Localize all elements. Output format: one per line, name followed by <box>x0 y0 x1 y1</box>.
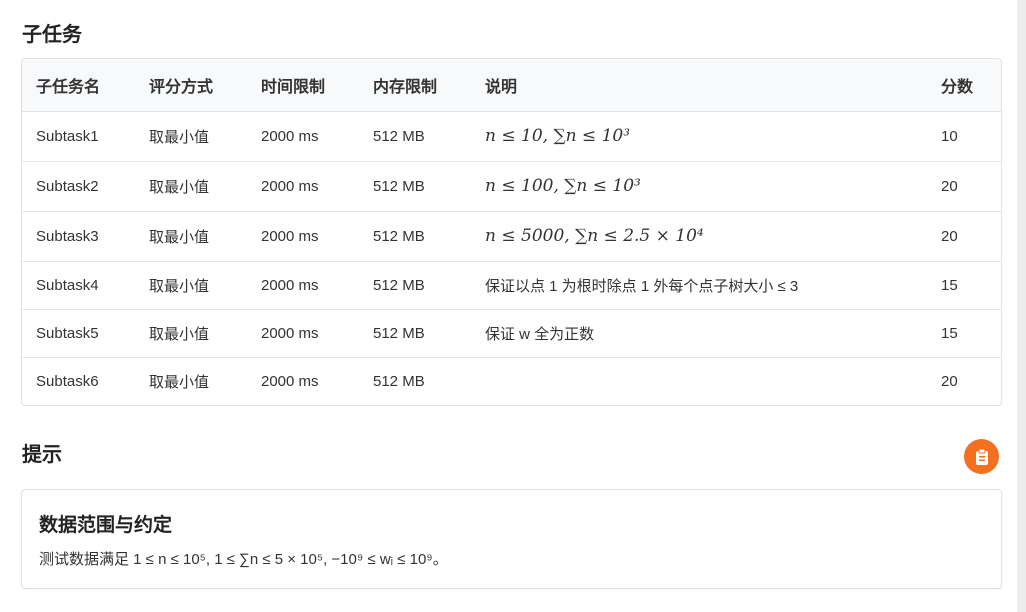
subtask-memory: 512 MB <box>359 211 471 262</box>
subtask-time: 2000 ms <box>247 211 359 262</box>
subtask-time: 2000 ms <box>247 309 359 358</box>
subtask-time: 2000 ms <box>247 261 359 310</box>
subtask-score: 15 <box>927 309 1001 358</box>
subtasks-table: 子任务名 评分方式 时间限制 内存限制 说明 分数 Subtask1 取最小值 … <box>21 58 1002 406</box>
subtask-scoring: 取最小值 <box>135 309 247 358</box>
column-header-time: 时间限制 <box>247 59 359 112</box>
page-scrollbar[interactable] <box>1017 0 1026 612</box>
subtask-note: 保证以点 1 为根时除点 1 外每个点子树大小 ≤ 3 <box>471 261 927 310</box>
hint-card-heading: 数据范围与约定 <box>39 515 173 536</box>
subtask-scoring: 取最小值 <box>149 373 210 391</box>
subtask-time: 2000 ms <box>261 372 319 390</box>
subtask-score: 15 <box>927 261 1001 310</box>
column-header-memory: 内存限制 <box>359 59 471 112</box>
table-row: Subtask6 取最小值 2000 ms 512 MB 20 <box>22 357 1001 405</box>
table-row: Subtask3 取最小值 2000 ms 512 MB n ≤ 5000, ∑… <box>22 211 1001 262</box>
subtask-memory: 512 MB <box>359 309 471 358</box>
table-row: Subtask1 取最小值 2000 ms 512 MB n ≤ 10, ∑n … <box>22 111 1001 162</box>
subtask-scoring: 取最小值 <box>135 161 247 212</box>
subtask-scoring: 取最小值 <box>135 111 247 162</box>
hint-card: 数据范围与约定 测试数据满足 1 ≤ n ≤ 10⁵, 1 ≤ ∑n ≤ 5 ×… <box>21 489 1002 589</box>
column-header-note: 说明 <box>471 59 927 112</box>
clipboard-icon <box>974 448 990 466</box>
subtask-note: n ≤ 10, ∑n ≤ 10³ <box>471 111 927 162</box>
subtask-name: Subtask6 <box>36 372 99 390</box>
table-header-row: 子任务名 评分方式 时间限制 内存限制 说明 分数 <box>22 59 1001 112</box>
subtask-name: Subtask3 <box>22 211 135 262</box>
subtask-memory: 512 MB <box>359 261 471 310</box>
subtasks-title: 子任务 <box>22 24 82 46</box>
subtask-name: Subtask2 <box>22 161 135 212</box>
subtask-time: 2000 ms <box>247 161 359 212</box>
subtask-time: 2000 ms <box>247 111 359 162</box>
subtask-memory: 512 MB <box>373 372 425 390</box>
table-row: Subtask5 取最小值 2000 ms 512 MB 保证 w 全为正数 1… <box>22 309 1001 358</box>
table-row: Subtask4 取最小值 2000 ms 512 MB 保证以点 1 为根时除… <box>22 261 1001 310</box>
table-row: Subtask2 取最小值 2000 ms 512 MB n ≤ 100, ∑n… <box>22 161 1001 212</box>
subtask-score: 20 <box>927 211 1001 262</box>
subtask-note: 保证 w 全为正数 <box>471 309 927 358</box>
subtask-scoring: 取最小值 <box>135 261 247 310</box>
column-header-name: 子任务名 <box>22 59 135 112</box>
subtask-name: Subtask1 <box>22 111 135 162</box>
subtask-score: 20 <box>941 372 958 390</box>
subtask-scoring: 取最小值 <box>135 211 247 262</box>
hint-card-text: 测试数据满足 1 ≤ n ≤ 10⁵, 1 ≤ ∑n ≤ 5 × 10⁵, −1… <box>39 551 448 568</box>
hint-title: 提示 <box>22 444 62 466</box>
subtask-score: 20 <box>927 161 1001 212</box>
subtask-memory: 512 MB <box>359 111 471 162</box>
subtask-note: n ≤ 100, ∑n ≤ 10³ <box>471 161 927 212</box>
subtask-name: Subtask5 <box>22 309 135 358</box>
subtask-note: n ≤ 5000, ∑n ≤ 2.5 × 10⁴ <box>471 211 927 262</box>
column-header-scoring: 评分方式 <box>135 59 247 112</box>
subtask-note <box>471 357 927 405</box>
subtask-memory: 512 MB <box>359 161 471 212</box>
column-header-score: 分数 <box>927 59 1001 112</box>
subtask-score: 10 <box>927 111 1001 162</box>
copy-button[interactable] <box>964 439 999 474</box>
content-panel: 子任务 子任务名 评分方式 时间限制 内存限制 说明 分数 Subtask1 取… <box>0 0 1017 612</box>
subtask-name: Subtask4 <box>22 261 135 310</box>
